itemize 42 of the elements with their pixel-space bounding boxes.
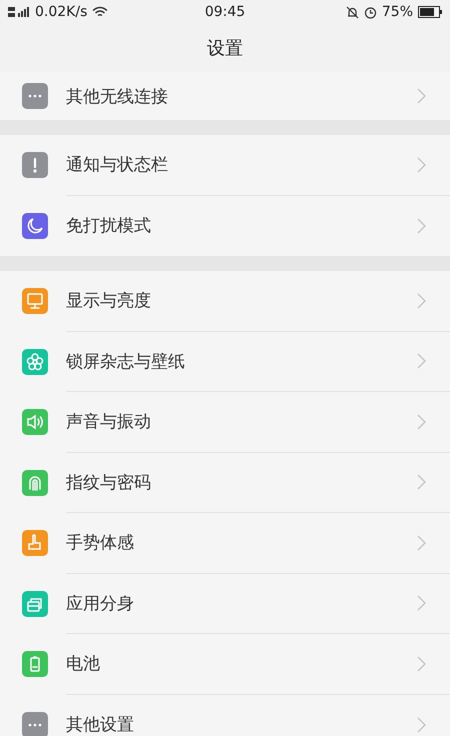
item-label: 应用分身 xyxy=(66,592,134,615)
chevron-icon xyxy=(417,156,426,173)
chevron-icon xyxy=(417,292,426,309)
battery-icon xyxy=(418,6,442,18)
chevron-icon xyxy=(417,218,426,234)
alarm-icon xyxy=(364,6,377,18)
settings-item[interactable]: 锁屏杂志与壁纸 xyxy=(0,332,450,392)
item-label: 其他设置 xyxy=(66,714,134,736)
item-label: 声音与振动 xyxy=(66,411,151,434)
signal-icon xyxy=(8,6,30,18)
settings-item[interactable]: 手势体感 xyxy=(0,513,450,574)
settings-item[interactable]: 其他无线连接 xyxy=(0,72,450,120)
item-label: 指纹与密码 xyxy=(66,472,151,494)
chevron-icon xyxy=(417,414,426,430)
item-label: 其他无线连接 xyxy=(66,86,168,108)
settings-item[interactable]: 声音与振动 xyxy=(0,392,450,452)
chevron-icon xyxy=(417,534,426,551)
network-speed: 0.02K/s xyxy=(35,4,88,20)
chevron-icon xyxy=(417,656,426,672)
item-label: 电池 xyxy=(66,653,100,676)
item-label: 显示与亮度 xyxy=(66,290,151,312)
chevron-icon xyxy=(417,716,426,733)
item-label: 通知与状态栏 xyxy=(66,154,168,176)
settings-item[interactable]: 指纹与密码 xyxy=(0,452,450,513)
clock-time: 09:45 xyxy=(204,4,246,20)
wifi-icon xyxy=(92,6,108,18)
chevron-icon xyxy=(417,474,426,490)
chevron-icon xyxy=(417,88,426,104)
settings-item[interactable]: 其他设置 xyxy=(0,694,450,736)
settings-item[interactable]: 免打扰模式 xyxy=(0,196,450,256)
settings-item[interactable]: 通知与状态栏 xyxy=(0,135,450,196)
settings-item[interactable]: 电池 xyxy=(0,634,450,694)
settings-item[interactable]: 显示与亮度 xyxy=(0,271,450,332)
chevron-icon xyxy=(417,353,426,370)
item-label: 免打扰模式 xyxy=(66,215,151,238)
item-label: 锁屏杂志与壁纸 xyxy=(66,350,185,373)
page-title: 设置 xyxy=(207,37,243,60)
settings-item[interactable]: 应用分身 xyxy=(0,574,450,634)
item-label: 手势体感 xyxy=(66,532,134,554)
bell-muted-icon xyxy=(346,6,359,18)
chevron-icon xyxy=(417,595,426,612)
battery-percent: 75% xyxy=(382,4,413,20)
